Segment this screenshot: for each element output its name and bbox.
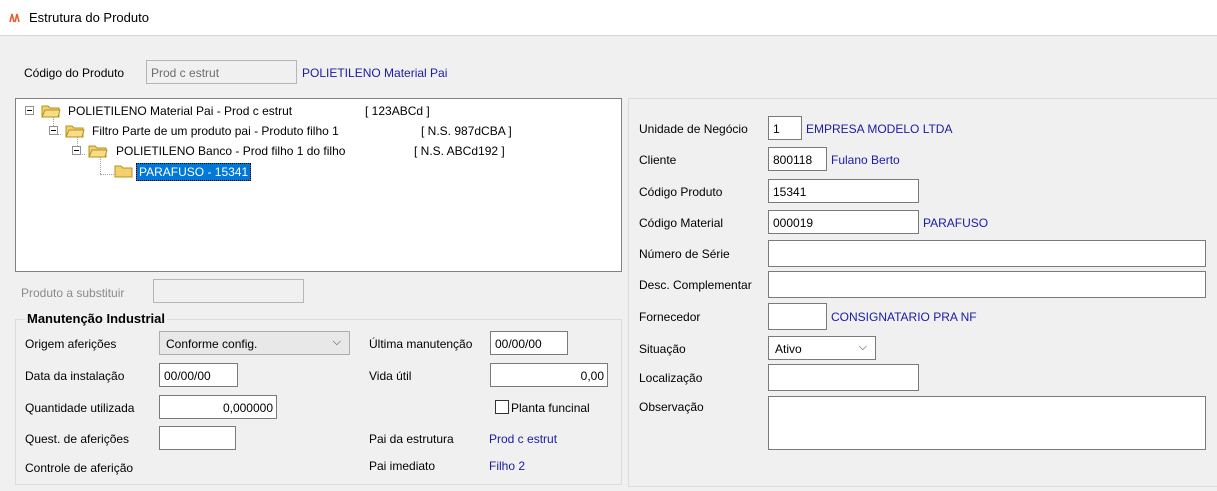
observacao-label: Observação <box>639 400 704 414</box>
manutencao-group-title: Manutenção Industrial <box>25 311 167 326</box>
data-instalacao-field[interactable]: 00/00/00 <box>159 363 238 387</box>
vida-util-label: Vida útil <box>369 369 412 383</box>
window-title: Estrutura do Produto <box>29 10 149 25</box>
quest-afericoes-field[interactable] <box>159 426 236 450</box>
data-instalacao-label: Data da instalação <box>25 369 125 383</box>
pai-estrutura-value: Prod c estrut <box>489 432 558 446</box>
cliente-field[interactable]: 800118 <box>768 147 827 171</box>
tree-node-label: Filtro Parte de um produto pai - Produto… <box>92 124 339 138</box>
desc-complementar-field[interactable] <box>768 271 1206 298</box>
collapse-toggle-icon[interactable] <box>49 126 58 135</box>
tree-node-code: [ N.S. 987dCBA ] <box>421 124 512 138</box>
cliente-description: Fulano Berto <box>831 153 900 167</box>
origem-afericoes-select[interactable]: Conforme config. ⌵ <box>159 331 350 355</box>
pai-imediato-value: Filho 2 <box>489 459 526 473</box>
unidade-negocio-label: Unidade de Negócio <box>639 122 748 136</box>
observacao-field[interactable] <box>768 396 1206 450</box>
ultima-manutencao-field[interactable]: 00/00/00 <box>490 331 568 355</box>
tree-node-code: [ N.S. ABCd192 ] <box>414 144 505 158</box>
title-bar: Estrutura do Produto <box>0 0 1217 36</box>
codigo-produto-field[interactable]: Prod c estrut <box>146 60 297 84</box>
tree-node-selected[interactable]: PARAFUSO - 15341 <box>16 162 616 181</box>
codigo-produto-detail-field[interactable]: 15341 <box>768 179 919 203</box>
produto-substituir-field[interactable] <box>153 279 304 303</box>
codigo-produto-detail-label: Código Produto <box>639 185 723 199</box>
folder-open-icon <box>65 125 85 138</box>
pai-estrutura-label: Pai da estrutura <box>369 432 454 446</box>
fornecedor-field[interactable] <box>768 303 827 330</box>
tree-node-code: [ 123ABCd ] <box>365 104 430 118</box>
folder-open-icon <box>41 105 61 118</box>
codigo-material-label: Código Material <box>639 216 724 230</box>
localizacao-field[interactable] <box>768 364 919 391</box>
produto-substituir-label: Produto a substituir <box>21 286 125 300</box>
folder-closed-icon <box>114 165 133 178</box>
fornecedor-description: CONSIGNATARIO PRA NF <box>831 310 977 324</box>
pai-imediato-label: Pai imediato <box>369 459 436 473</box>
tree-node-label: POLIETILENO Banco - Prod filho 1 do filh… <box>116 144 346 158</box>
situacao-label: Situação <box>639 342 686 356</box>
unidade-negocio-description: EMPRESA MODELO LTDA <box>806 122 953 136</box>
planta-funcional-checkbox[interactable] <box>495 400 509 414</box>
codigo-produto-label: Código do Produto <box>24 66 125 80</box>
cliente-label: Cliente <box>639 153 677 167</box>
quest-afericoes-label: Quest. de aferições <box>25 432 130 446</box>
tree-node-label: PARAFUSO - 15341 <box>136 163 252 181</box>
tree-node[interactable]: Filtro Parte de um produto pai - Produto… <box>16 122 616 140</box>
localizacao-label: Localização <box>639 371 703 385</box>
codigo-material-field[interactable]: 000019 <box>768 210 919 234</box>
situacao-select[interactable]: Ativo ⌵ <box>768 336 876 360</box>
folder-open-icon <box>88 145 108 158</box>
structure-tree[interactable]: POLIETILENO Material Pai - Prod c estrut… <box>15 98 622 272</box>
origem-afericoes-label: Origem aferições <box>25 337 117 351</box>
chevron-down-icon: ⌵ <box>332 336 341 348</box>
vida-util-field[interactable]: 0,00 <box>490 363 608 387</box>
collapse-toggle-icon[interactable] <box>72 146 81 155</box>
ultima-manutencao-label: Última manutenção <box>369 337 473 351</box>
tree-node[interactable]: POLIETILENO Material Pai - Prod c estrut… <box>16 102 616 120</box>
tree-node[interactable]: POLIETILENO Banco - Prod filho 1 do filh… <box>16 142 616 160</box>
quantidade-utilizada-field[interactable]: 0,000000 <box>159 395 277 419</box>
controle-afericao-label: Controle de aferição <box>25 461 134 475</box>
collapse-toggle-icon[interactable] <box>25 106 34 115</box>
fornecedor-label: Fornecedor <box>639 310 701 324</box>
quantidade-utilizada-label: Quantidade utilizada <box>25 401 135 415</box>
unidade-negocio-field[interactable]: 1 <box>768 116 802 140</box>
numero-serie-label: Número de Série <box>639 247 730 261</box>
origem-afericoes-value: Conforme config. <box>166 337 258 351</box>
app-icon <box>8 11 21 24</box>
chevron-down-icon: ⌵ <box>858 341 867 353</box>
planta-funcional-label: Planta funcinal <box>511 401 590 415</box>
situacao-value: Ativo <box>775 342 802 356</box>
tree-node-label: POLIETILENO Material Pai - Prod c estrut <box>68 104 293 118</box>
desc-complementar-label: Desc. Complementar <box>639 278 752 292</box>
codigo-material-description: PARAFUSO <box>923 216 989 230</box>
numero-serie-field[interactable] <box>768 240 1206 267</box>
codigo-produto-description: POLIETILENO Material Pai <box>302 66 448 80</box>
